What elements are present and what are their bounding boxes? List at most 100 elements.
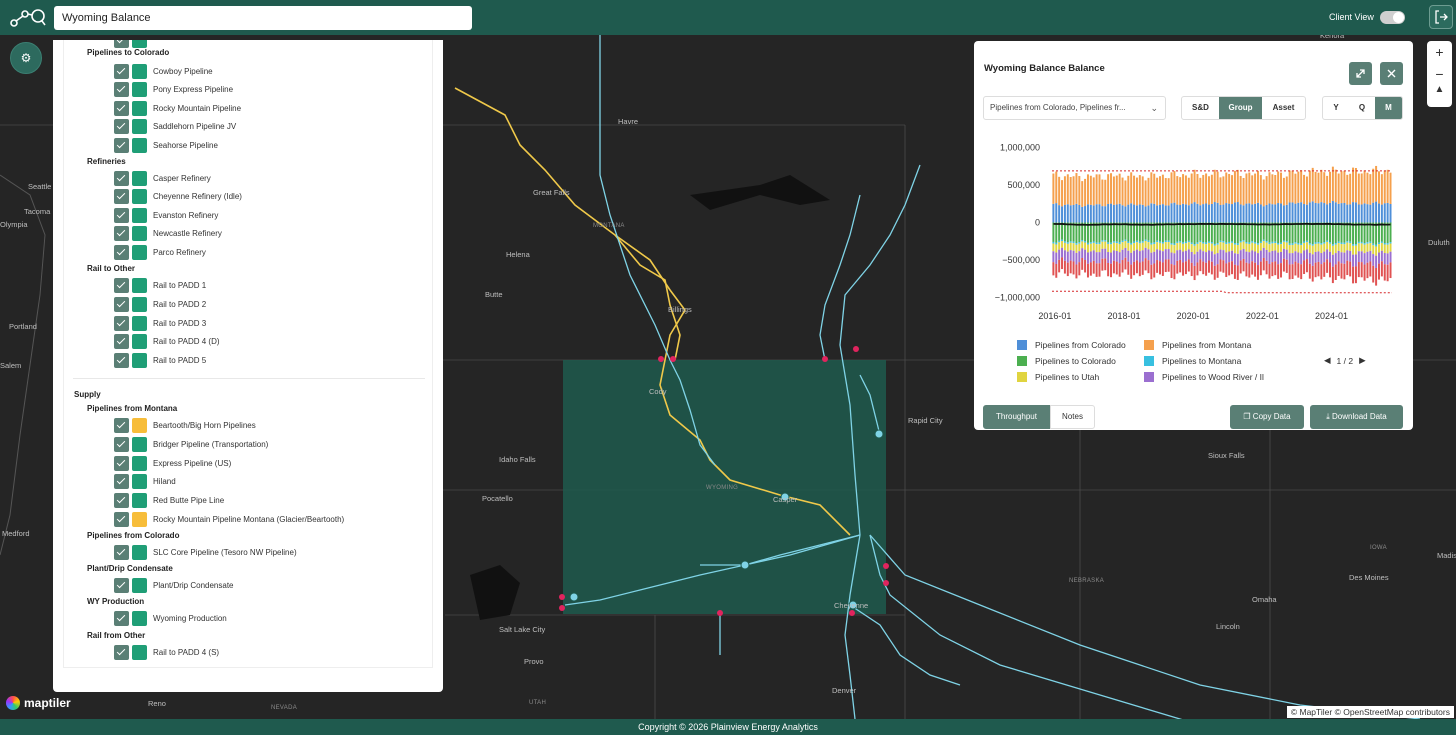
bar-segment[interactable] <box>1331 245 1334 255</box>
bar-segment[interactable] <box>1124 180 1127 207</box>
bar-segment[interactable] <box>1300 170 1303 203</box>
bar-segment[interactable] <box>1110 242 1113 245</box>
bar-segment[interactable] <box>1334 244 1337 254</box>
bar-segment[interactable] <box>1366 172 1369 205</box>
bar-segment[interactable] <box>1363 243 1366 245</box>
bar-segment[interactable] <box>1239 175 1242 205</box>
bar-segment[interactable] <box>1242 248 1245 259</box>
bar-segment[interactable] <box>1305 259 1308 273</box>
bar-segment[interactable] <box>1112 176 1115 205</box>
bar-segment[interactable] <box>1164 259 1167 273</box>
checkbox[interactable] <box>114 417 129 433</box>
bar-segment[interactable] <box>1352 167 1355 203</box>
bar-segment[interactable] <box>1326 222 1329 241</box>
checkbox[interactable] <box>114 544 129 560</box>
bar-segment[interactable] <box>1207 242 1210 251</box>
bar-segment[interactable] <box>1167 222 1170 241</box>
bar-segment[interactable] <box>1288 202 1291 223</box>
list-item[interactable] <box>114 40 153 48</box>
bar-segment[interactable] <box>1366 242 1369 244</box>
bar-segment[interactable] <box>1153 203 1156 223</box>
bar-segment[interactable] <box>1369 261 1372 277</box>
series-select[interactable]: Pipelines from Colorado, Pipelines fr...… <box>983 96 1166 120</box>
list-item[interactable]: Parco Refinery <box>114 244 206 260</box>
bar-segment[interactable] <box>1173 222 1176 244</box>
bar-segment[interactable] <box>1173 171 1176 203</box>
bar-segment[interactable] <box>1337 261 1340 276</box>
close-button[interactable] <box>1380 62 1403 85</box>
bar-segment[interactable] <box>1216 264 1219 278</box>
bar-segment[interactable] <box>1107 222 1110 243</box>
bar-segment[interactable] <box>1228 243 1231 252</box>
bar-segment[interactable] <box>1135 242 1138 250</box>
bar-segment[interactable] <box>1098 252 1101 264</box>
bar-segment[interactable] <box>1121 242 1124 250</box>
bar-segment[interactable] <box>1343 170 1346 203</box>
bar-segment[interactable] <box>1176 242 1179 251</box>
bar-segment[interactable] <box>1349 173 1352 205</box>
bar-segment[interactable] <box>1150 244 1153 253</box>
bar-segment[interactable] <box>1135 249 1138 261</box>
bar-segment[interactable] <box>1156 249 1159 261</box>
bar-segment[interactable] <box>1072 176 1075 205</box>
net-balance-line[interactable] <box>1053 222 1391 226</box>
bar-segment[interactable] <box>1205 203 1208 223</box>
bar-segment[interactable] <box>1089 242 1092 244</box>
bar-segment[interactable] <box>1153 263 1156 278</box>
bar-segment[interactable] <box>1320 202 1323 223</box>
bar-segment[interactable] <box>1121 177 1124 206</box>
bar-segment[interactable] <box>1268 203 1271 223</box>
bar-segment[interactable] <box>1337 222 1340 242</box>
bar-segment[interactable] <box>1161 174 1164 205</box>
list-item[interactable]: Newcastle Refinery <box>114 225 222 241</box>
bar-segment[interactable] <box>1280 242 1283 245</box>
bar-segment[interactable] <box>1251 250 1254 262</box>
bar-segment[interactable] <box>1231 242 1234 251</box>
bar-segment[interactable] <box>1202 242 1205 244</box>
bar-segment[interactable] <box>1069 260 1072 274</box>
bar-segment[interactable] <box>1202 251 1205 262</box>
list-item[interactable]: Plant/Drip Condensate <box>114 577 234 593</box>
bar-segment[interactable] <box>1337 250 1340 262</box>
legend-item[interactable]: Pipelines to Montana <box>1144 356 1241 366</box>
list-item[interactable]: Wyoming Production <box>114 610 227 626</box>
bar-segment[interactable] <box>1058 240 1061 243</box>
bar-segment[interactable] <box>1210 222 1213 243</box>
bar-segment[interactable] <box>1055 242 1058 245</box>
bar-segment[interactable] <box>1334 169 1337 203</box>
bar-segment[interactable] <box>1389 242 1392 244</box>
bar-segment[interactable] <box>1343 222 1346 243</box>
bar-segment[interactable] <box>1202 261 1205 275</box>
bar-segment[interactable] <box>1170 252 1173 265</box>
bar-segment[interactable] <box>1182 242 1185 244</box>
bar-segment[interactable] <box>1078 251 1081 263</box>
bar-segment[interactable] <box>1268 242 1271 245</box>
bar-segment[interactable] <box>1176 250 1179 261</box>
bar-segment[interactable] <box>1377 203 1380 223</box>
color-swatch[interactable] <box>132 436 147 452</box>
bar-segment[interactable] <box>1086 174 1089 205</box>
bar-segment[interactable] <box>1300 243 1303 246</box>
bar-segment[interactable] <box>1121 240 1124 243</box>
bar-segment[interactable] <box>1135 260 1138 274</box>
bar-segment[interactable] <box>1144 180 1147 207</box>
bar-segment[interactable] <box>1066 242 1069 244</box>
bar-segment[interactable] <box>1377 242 1380 245</box>
bar-segment[interactable] <box>1170 243 1173 245</box>
bar-segment[interactable] <box>1127 175 1130 205</box>
bar-segment[interactable] <box>1110 173 1113 204</box>
bar-segment[interactable] <box>1069 177 1072 206</box>
bar-segment[interactable] <box>1248 252 1251 264</box>
bar-segment[interactable] <box>1075 264 1078 279</box>
bar-segment[interactable] <box>1092 250 1095 261</box>
bar-segment[interactable] <box>1245 251 1248 263</box>
bar-segment[interactable] <box>1190 251 1193 263</box>
bar-segment[interactable] <box>1288 264 1291 280</box>
bar-segment[interactable] <box>1061 206 1064 223</box>
bar-segment[interactable] <box>1078 242 1081 244</box>
bar-segment[interactable] <box>1259 261 1262 276</box>
bar-segment[interactable] <box>1196 243 1199 252</box>
bar-segment[interactable] <box>1236 244 1239 254</box>
bar-segment[interactable] <box>1331 201 1334 223</box>
bar-segment[interactable] <box>1245 222 1248 243</box>
